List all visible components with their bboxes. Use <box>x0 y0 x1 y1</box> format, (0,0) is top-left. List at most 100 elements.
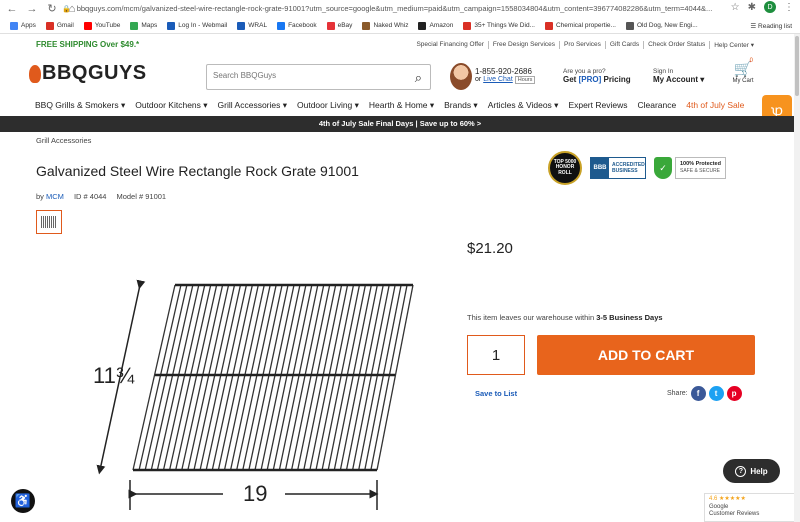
utility-link[interactable]: Help Center ▾ <box>709 41 758 49</box>
bbb-badge[interactable]: BBB ACCREDITED BUSINESS <box>590 157 646 179</box>
bookmark-label: Gmail <box>56 22 74 29</box>
google-reviews-badge[interactable]: 4.6 ★★★★★ Google Customer Reviews <box>704 493 800 522</box>
brand-line: by MCM <box>36 192 64 201</box>
grate-wire <box>297 284 337 471</box>
hours-link[interactable]: Hours <box>514 76 536 84</box>
bookmark-label: Chemical propertie... <box>555 22 616 29</box>
pinterest-icon[interactable]: p <box>726 386 742 401</box>
utility-link[interactable]: Gift Cards <box>604 41 643 49</box>
grate-wire <box>290 284 331 471</box>
url-bar[interactable]: 🔒 bbqguys.com/mcm/galvanized-steel-wire-… <box>62 2 732 15</box>
bookmark-star-icon[interactable]: ☆ <box>731 2 740 13</box>
utility-link[interactable]: Pro Services <box>559 41 605 49</box>
bookmark-item[interactable]: eBay <box>326 21 352 30</box>
trust-badges: TOP 5000 HONOR ROLL BBB ACCREDITED BUSINE… <box>548 151 726 185</box>
bookmark-label: Amazon <box>429 22 454 29</box>
utility-link[interactable]: Free Design Services <box>487 41 559 49</box>
nav-item[interactable]: Articles & Videos ▾ <box>488 100 559 111</box>
reload-icon[interactable]: ↻ <box>44 1 60 17</box>
bookmark-item[interactable]: Naked Whiz <box>362 21 408 30</box>
site-logo[interactable]: BBQGUYS <box>29 62 147 85</box>
twitter-icon[interactable]: t <box>708 386 724 401</box>
grate-wire <box>315 284 355 471</box>
menu-dots-icon[interactable]: ⋮ <box>784 2 794 13</box>
utility-links: Special Financing Offer Free Design Servi… <box>412 41 758 49</box>
nav-item[interactable]: Brands ▾ <box>444 100 478 111</box>
main-nav: BBQ Grills & Smokers ▾ Outdoor Kitchens ▾… <box>0 95 800 115</box>
bookmark-item[interactable]: Gmail <box>45 21 74 30</box>
bookmark-favicon-icon <box>237 21 246 30</box>
reading-list[interactable]: ☰ Reading list <box>750 22 792 30</box>
secure-line1: 100% Protected <box>680 161 721 168</box>
save-to-list-link[interactable]: Save to List <box>475 389 517 398</box>
sign-in-label: Sign In <box>653 68 674 75</box>
free-shipping-banner[interactable]: FREE SHIPPING Over $49.* <box>36 40 139 49</box>
bookmark-item[interactable]: Facebook <box>277 21 317 30</box>
utility-link[interactable]: Special Financing Offer <box>412 41 487 49</box>
add-to-cart-button[interactable]: ADD TO CART <box>537 335 755 375</box>
pro-get: Get <box>563 75 577 84</box>
breadcrumb[interactable]: Grill Accessories <box>36 136 91 145</box>
search-icon[interactable]: ⌕ <box>415 70 422 86</box>
grate-wire <box>236 284 277 471</box>
secure-badge[interactable]: ✓ 100% Protected SAFE & SECURE <box>654 157 726 179</box>
shield-check-icon: ✓ <box>654 157 672 179</box>
bookmark-label: 35+ Things We Did... <box>474 22 535 29</box>
bookmark-item[interactable]: Maps <box>130 21 157 30</box>
utility-bar: FREE SHIPPING Over $49.* Special Financi… <box>0 34 800 56</box>
accessibility-icon[interactable]: ♿ <box>11 489 35 513</box>
bookmark-item[interactable]: Chemical propertie... <box>544 21 616 30</box>
back-icon[interactable]: ← <box>4 1 20 17</box>
nav-item[interactable]: Hearth & Home ▾ <box>369 100 434 111</box>
cart-label: My Cart <box>732 78 754 84</box>
bookmark-favicon-icon <box>625 21 634 30</box>
grate-wire <box>144 284 188 471</box>
bookmark-item[interactable]: Apps <box>10 21 36 30</box>
grate-wire <box>278 284 319 471</box>
help-button[interactable]: ? Help <box>723 459 780 483</box>
bookmark-item[interactable]: Amazon <box>418 21 454 30</box>
promo-banner[interactable]: 4th of July Sale Final Days | Save up to… <box>0 116 800 132</box>
grate-wire <box>138 284 182 471</box>
product-price: $21.20 <box>467 240 513 257</box>
bookmark-item[interactable]: Log In - Webmail <box>167 21 227 30</box>
honor-roll-badge[interactable]: TOP 5000 HONOR ROLL <box>548 151 582 185</box>
nav-item[interactable]: Grill Accessories ▾ <box>218 100 287 111</box>
live-chat-link[interactable]: Live Chat <box>483 76 513 83</box>
facebook-icon[interactable]: f <box>690 386 706 401</box>
utility-link[interactable]: Check Order Status <box>643 41 709 49</box>
address-row: ← → ↻ ⌂ 🔒 bbqguys.com/mcm/galvanized-ste… <box>0 0 800 17</box>
cart-button[interactable]: 🛒 0 My Cart <box>730 58 756 84</box>
scrollbar[interactable] <box>794 34 800 522</box>
bookmark-favicon-icon <box>167 21 176 30</box>
bookmark-item[interactable]: 35+ Things We Did... <box>463 21 535 30</box>
product-image[interactable]: 11¾ 19 <box>85 265 430 522</box>
sign-in[interactable]: Sign In My Account ▾ <box>653 68 704 84</box>
bookmark-item[interactable]: YouTube <box>83 21 120 30</box>
pro-pricing[interactable]: Are you a pro? Get [PRO] Pricing <box>563 68 631 84</box>
nav-item[interactable]: Expert Reviews <box>568 100 627 110</box>
nav-item[interactable]: Clearance <box>638 100 677 110</box>
product-title: Galvanized Steel Wire Rectangle Rock Gra… <box>36 163 359 179</box>
grate-wire <box>254 284 295 471</box>
product-thumbnail[interactable] <box>36 210 62 234</box>
nav-item[interactable]: Outdoor Living ▾ <box>297 100 359 111</box>
scrollbar-thumb[interactable] <box>795 36 799 96</box>
bookmark-favicon-icon <box>418 21 427 30</box>
search-input[interactable] <box>213 71 403 80</box>
phone-number[interactable]: 1-855-920-2686 <box>475 67 535 76</box>
site-header: BBQGUYS ⌕ 1-855-920-2686 or Live Chat Ho… <box>0 56 800 94</box>
extensions-icon[interactable]: ✱ <box>748 2 756 13</box>
flame-icon <box>29 64 41 83</box>
nav-item[interactable]: Outdoor Kitchens ▾ <box>135 100 207 111</box>
nav-item[interactable]: 4th of July Sale <box>686 100 744 110</box>
quantity-input[interactable]: 1 <box>467 335 525 375</box>
profile-avatar[interactable]: D <box>764 1 776 13</box>
grate-wires <box>132 284 414 471</box>
bookmark-item[interactable]: Old Dog, New Engi... <box>625 21 698 30</box>
bookmark-favicon-icon <box>463 21 472 30</box>
brand-link[interactable]: MCM <box>46 192 64 201</box>
nav-item[interactable]: BBQ Grills & Smokers ▾ <box>35 100 125 111</box>
forward-icon[interactable]: → <box>24 1 40 17</box>
bookmark-item[interactable]: WRAL <box>237 21 267 30</box>
